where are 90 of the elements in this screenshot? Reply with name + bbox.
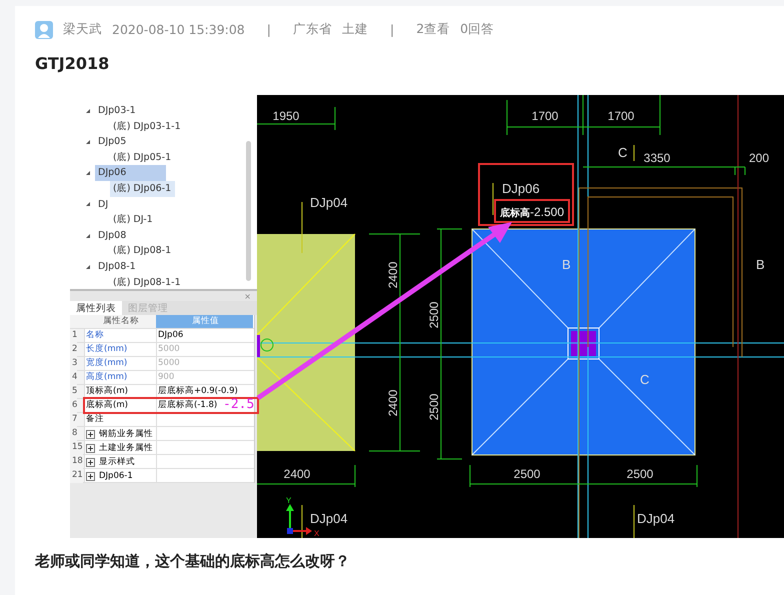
- property-name: 名称: [85, 329, 104, 342]
- separator: |: [390, 22, 394, 37]
- question-text: 老师或同学知道，这个基础的底标高怎么改呀？: [35, 552, 351, 571]
- category-label: 土建: [342, 21, 368, 38]
- component-label: B: [562, 257, 571, 272]
- dimension-label: 3350: [644, 151, 670, 165]
- property-value[interactable]: DJp06: [156, 329, 184, 343]
- view-count: 2查看: [416, 21, 450, 38]
- tree-item[interactable]: DJp03-1: [95, 103, 139, 119]
- expand-icon[interactable]: [86, 472, 95, 480]
- expand-arrow-icon[interactable]: [86, 234, 90, 238]
- dimension-label: 1700: [608, 109, 634, 123]
- property-name: 高度(mm): [85, 371, 128, 384]
- row-number: 15: [70, 441, 83, 455]
- column-header: 属性名称: [84, 315, 156, 328]
- row-number: 8: [70, 427, 78, 441]
- property-name: 宽度(mm): [85, 357, 128, 370]
- row-number: 5: [70, 385, 78, 399]
- expand-icon[interactable]: [86, 444, 95, 452]
- dimension-label: 2400: [284, 467, 310, 481]
- post-time: 2020-08-10 15:39:08: [112, 22, 245, 37]
- row-number: 21: [70, 469, 83, 483]
- tree-item[interactable]: DJp06: [95, 165, 166, 181]
- tree-item[interactable]: (底) DJp06-1: [110, 180, 176, 197]
- scrollbar[interactable]: [246, 141, 251, 281]
- dimension-label: 2400: [386, 262, 400, 288]
- group-name[interactable]: 土建业务属性: [99, 442, 153, 454]
- elevation-prefix: 底标高: [500, 208, 530, 219]
- column-drawing: [568, 328, 600, 360]
- property-value[interactable]: 层底标高(-1.8): [156, 399, 218, 413]
- component-label: B: [756, 257, 765, 272]
- group-name[interactable]: DJp06-1: [99, 470, 133, 482]
- row-number: 6: [70, 399, 78, 413]
- tree-item[interactable]: (底) DJp05-1: [110, 150, 174, 166]
- expand-icon[interactable]: [86, 458, 95, 466]
- dimension-label: 2500: [514, 467, 540, 481]
- row-number: 7: [70, 413, 78, 427]
- group-name[interactable]: 钢筋业务属性: [99, 428, 153, 440]
- property-value[interactable]: 层底标高+0.9(-0.9): [156, 385, 238, 399]
- avatar-icon: [35, 20, 53, 38]
- axis-icon: [286, 504, 312, 535]
- column-header: 属性值: [156, 315, 253, 328]
- tree-item[interactable]: DJp05: [95, 134, 130, 150]
- author-name[interactable]: 梁天武: [63, 21, 102, 38]
- component-label: DJp04: [310, 511, 348, 526]
- answer-count: 0回答: [460, 21, 494, 38]
- row-number: 1: [70, 329, 78, 343]
- property-name: 顶标高(m): [85, 385, 128, 398]
- tree-item[interactable]: DJp08-1: [95, 258, 139, 275]
- dimension-label: 2400: [386, 390, 400, 416]
- dimension-label: 200: [748, 151, 770, 165]
- expand-arrow-icon[interactable]: [86, 202, 90, 206]
- dimension-label: 1950: [272, 109, 300, 123]
- expand-arrow-icon[interactable]: [86, 108, 90, 113]
- tree-item[interactable]: (底) DJp03-1-1: [110, 118, 184, 134]
- expand-arrow-icon[interactable]: [86, 264, 90, 269]
- elevation-value: -2.500: [530, 205, 564, 219]
- component-label: DJp04: [310, 195, 348, 210]
- expand-icon[interactable]: [86, 430, 95, 438]
- dimension-label: 1700: [532, 109, 558, 123]
- component-label: C: [618, 145, 628, 160]
- component-label: DJp04: [637, 511, 675, 526]
- tree-item[interactable]: DJ: [95, 196, 112, 212]
- property-name: 备注: [85, 413, 104, 426]
- component-label: DJp06: [502, 181, 540, 196]
- tree-item[interactable]: (底) DJ-1: [110, 212, 156, 228]
- province-label: 广东省: [292, 21, 332, 38]
- row-number: 4: [70, 371, 78, 385]
- property-name: 底标高(m): [85, 399, 128, 412]
- cad-canvas[interactable]: 底标高-2.500 1950 1700 1700 C 3350 200 DJp04 DJp06 B B 2400 2500 2400 2500 C 2400 2500 2500 DJp04 DJp04 Y X: [257, 95, 784, 538]
- dimension-label: 2500: [626, 467, 654, 481]
- axis-label: Y: [286, 496, 292, 505]
- tree-item[interactable]: (底) DJp08-1: [110, 243, 174, 259]
- separator: |: [266, 22, 271, 37]
- post-title: GTJ2018: [35, 53, 110, 75]
- tree-item[interactable]: (底) DJp08-1-1: [110, 274, 184, 289]
- group-name[interactable]: 显示样式: [99, 456, 135, 468]
- handwritten-note: -2.5: [223, 397, 254, 412]
- tree-item[interactable]: DJp08: [95, 228, 130, 244]
- expand-arrow-icon[interactable]: [86, 140, 90, 144]
- dimension-label: 2500: [427, 394, 441, 420]
- row-number: 18: [70, 455, 83, 469]
- dimension-label: 2500: [427, 302, 441, 328]
- row-number: 3: [70, 357, 78, 371]
- panel-tab[interactable]: 属性列表: [70, 301, 122, 315]
- axis-label: X: [314, 529, 320, 538]
- row-number: 2: [70, 343, 78, 357]
- expand-arrow-icon[interactable]: [86, 171, 90, 176]
- component-label: C: [640, 372, 650, 387]
- property-name: 长度(mm): [85, 343, 128, 356]
